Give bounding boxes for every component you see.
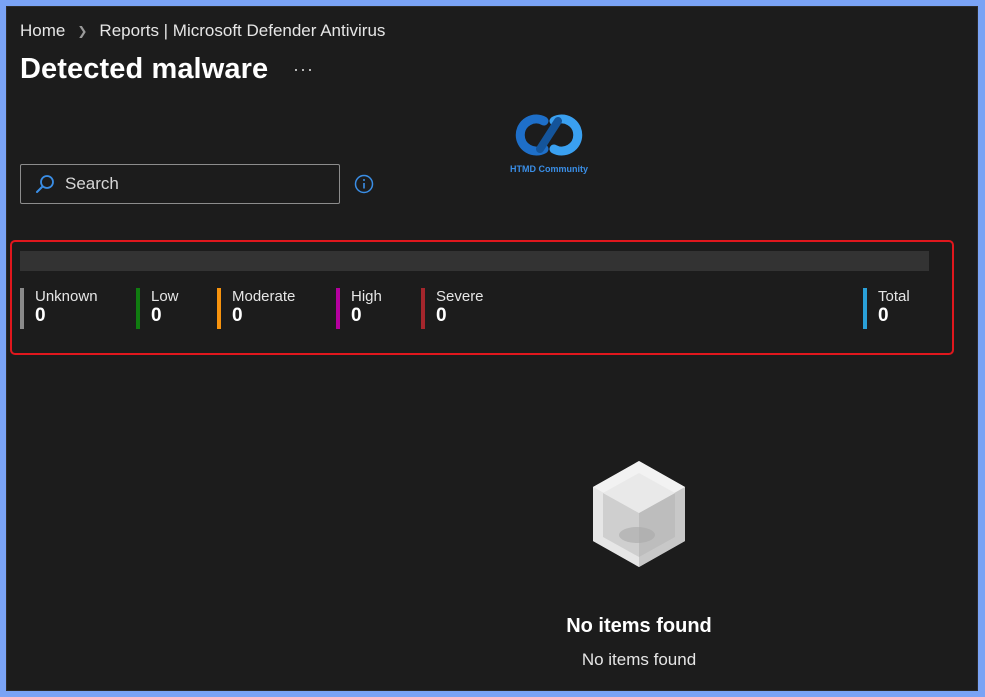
search-input[interactable] xyxy=(63,173,327,195)
severity-count: 0 xyxy=(35,305,46,326)
info-icon[interactable] xyxy=(354,174,374,199)
empty-state-subtitle: No items found xyxy=(581,650,697,669)
page-title: Detected malware xyxy=(20,53,269,85)
severity-count: 0 xyxy=(436,305,447,326)
severity-count: 0 xyxy=(151,305,162,326)
severity-severe: Severe 0 xyxy=(421,288,484,329)
breadcrumb-home[interactable]: Home xyxy=(20,21,65,41)
severity-low: Low 0 xyxy=(136,288,179,329)
breadcrumb: Home ❯ Reports | Microsoft Defender Anti… xyxy=(20,21,385,41)
severity-count: 0 xyxy=(351,305,362,326)
severity-unknown: Unknown 0 xyxy=(20,288,98,329)
severity-high: High 0 xyxy=(336,288,382,329)
chevron-right-icon: ❯ xyxy=(77,24,88,38)
severity-label: Low xyxy=(151,288,179,305)
watermark-logo: HTMD Community xyxy=(499,109,599,174)
empty-state-title: No items found xyxy=(566,615,712,637)
report-window: Home ❯ Reports | Microsoft Defender Anti… xyxy=(6,6,978,691)
severity-bar xyxy=(20,251,929,271)
watermark-text: HTMD Community xyxy=(510,164,588,174)
search-box[interactable] xyxy=(20,164,340,204)
empty-box-icon xyxy=(589,459,689,574)
severity-label: Severe xyxy=(436,288,484,305)
htmd-logo-icon xyxy=(515,114,583,156)
severity-total: Total 0 xyxy=(863,288,910,329)
more-options-button[interactable]: ··· xyxy=(293,59,314,80)
severity-label: Unknown xyxy=(35,288,98,305)
severity-count: 0 xyxy=(878,305,889,326)
breadcrumb-current[interactable]: Reports | Microsoft Defender Antivirus xyxy=(99,21,385,41)
severity-label: Moderate xyxy=(232,288,296,305)
severity-moderate: Moderate 0 xyxy=(217,288,295,329)
severity-label: High xyxy=(351,288,382,305)
search-icon xyxy=(36,175,54,193)
severity-count: 0 xyxy=(232,305,243,326)
severity-label: Total xyxy=(878,288,910,305)
